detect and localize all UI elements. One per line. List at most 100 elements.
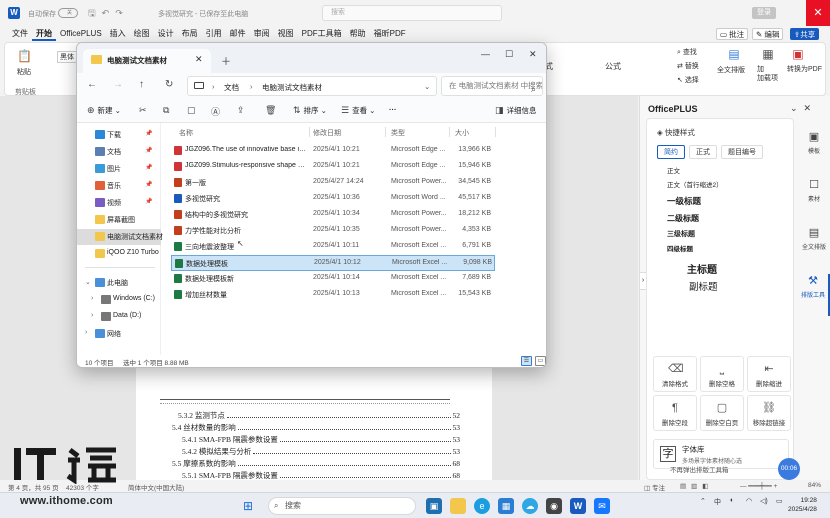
file-explorer-icon[interactable] [450,498,466,514]
side-tab[interactable]: ⚒ 排版工具 [798,274,830,316]
column-divider[interactable] [309,127,310,137]
format-tool-button[interactable]: ▢ 删除空白页 [700,395,744,431]
close-window-button[interactable]: ✕ [806,0,830,26]
side-tab[interactable]: ☐ 素材 [798,178,830,220]
toc-entry[interactable]: 5.4 丝材数量的影响 53 [160,422,460,434]
quick-access-icons[interactable]: 🖫↶↷ [88,6,129,22]
ribbon-tab[interactable]: 引用 [202,27,226,41]
quick-style-item[interactable]: 四级标题 [667,243,693,253]
replace-button[interactable]: ⇄ 替换 [677,61,699,71]
sidebar-tree-item[interactable]: ⌄ 此电脑 [77,275,161,291]
copy-icon[interactable]: ⧉ [163,105,172,116]
more-options-button[interactable]: ··· [389,105,397,114]
tray-overflow-icon[interactable]: ⌃ [700,497,706,505]
addin-icon[interactable]: ▦ [761,47,775,61]
focus-mode[interactable]: ◫ 专注 [644,482,665,492]
autosave-toggle[interactable]: 关 [58,8,78,18]
sidebar-tree-item[interactable]: › Data (D:) [77,309,161,325]
ribbon-tab[interactable]: 布局 [178,27,202,41]
side-tab[interactable]: ▤ 全文排版 [798,226,830,268]
ribbon-tab[interactable]: 插入 [106,27,130,41]
file-row[interactable]: 结构中的多视觉研究 2025/4/1 10:34 Microsoft Power..… [171,207,495,223]
ribbon-tab[interactable]: 邮件 [226,27,250,41]
app-icon[interactable]: ◉ [546,498,562,514]
file-row[interactable]: 第一版 2025/4/27 14:24 Microsoft Power... 34,5… [171,175,495,191]
paste-icon[interactable]: ▢ [187,105,199,116]
ribbon-tab[interactable]: 设计 [154,27,178,41]
view-mode-icons[interactable]: ▤▥◧ [680,482,713,490]
quick-style-item[interactable]: 三级标题 [667,229,695,239]
chevron-down-icon[interactable]: ⌄ [85,278,91,286]
chevron-down-icon[interactable]: ⌄ [424,82,430,91]
sidebar-tree-item[interactable]: › 网络 [77,326,161,342]
ribbon-tab[interactable]: 审阅 [250,27,274,41]
start-windows-icon[interactable]: ⊞ [240,498,256,514]
pane-controls[interactable]: ⌄✕ [790,103,817,114]
view-button[interactable]: ☰ 查看 ⌄ [341,105,375,116]
column-divider[interactable] [385,127,386,137]
quick-style-item[interactable]: 二级标题 [667,213,699,224]
ribbon-tab[interactable]: PDF工具箱 [298,27,346,41]
comment-button[interactable]: ▭ 批注 [716,28,749,40]
timer-badge[interactable]: 00:06 [778,458,800,480]
login-button[interactable]: 登录 [752,7,776,19]
format-tool-button[interactable]: ⇤ 删除缩进 [747,356,791,392]
style-chip[interactable]: 简约 [657,145,685,159]
clock[interactable]: 19:28 2025/4/28 [788,496,817,514]
toc-entry[interactable]: 5.3.2 监测节点 52 [160,410,460,422]
zoom-level[interactable]: 84% [808,482,821,489]
explorer-tab[interactable]: 电脑测试文档素材 ✕ [83,49,211,73]
file-row[interactable]: JGZ099.Stimulus-responsive shape m... 202… [171,159,495,175]
find-button[interactable]: ⌕ 查找 [677,47,697,57]
format-tool-button[interactable]: ⛓ 移除超链接 [747,395,791,431]
address-bar[interactable]: › 文档 › 电脑测试文档素材 ⌄ [187,76,437,96]
wifi-icon[interactable]: ◠ [746,497,752,505]
no-popup-toggle[interactable]: 不再弹出排版工具箱 [670,464,729,474]
side-tab[interactable]: ▣ 模板 [798,130,830,172]
refresh-icon[interactable]: ↻ [165,79,173,90]
convert-pdf-label[interactable]: 转换为PDF [787,65,823,74]
share-button[interactable]: ⇪共享 [790,28,820,40]
details-view-icon[interactable]: ☰ [521,356,532,366]
edit-mode-button[interactable]: ✎ 编辑 [752,28,784,40]
column-divider[interactable] [495,127,496,137]
ribbon-tab[interactable]: OfficePLUS [56,27,106,41]
format-tool-button[interactable]: ¶ 删除空段 [653,395,697,431]
sidebar-item[interactable]: 视频 📌 [77,195,161,211]
forward-arrow-icon[interactable]: → [113,79,123,90]
breadcrumb-item[interactable]: 文档 [224,82,239,93]
breadcrumb-item[interactable]: 电脑测试文档素材 [262,82,322,93]
column-header-name[interactable]: 名称 [179,128,193,138]
column-divider[interactable] [449,127,450,137]
file-row[interactable]: 多视觉研究 2025/4/1 10:36 Microsoft Word ... 45,… [171,191,495,207]
chevron-right-icon[interactable]: › [85,329,87,336]
ribbon-tab[interactable]: 绘图 [130,27,154,41]
format-tool-icon[interactable]: ▤ [727,47,741,61]
ribbon-tab[interactable]: 帮助 [346,27,370,41]
pdf-icon[interactable]: ▣ [791,47,805,61]
quick-style-item[interactable]: 主标题 [687,261,717,276]
format-tool-button[interactable]: ⎵ 删除空格 [700,356,744,392]
edge-icon[interactable]: e [474,498,490,514]
ribbon-tab[interactable]: 视图 [274,27,298,41]
style-item[interactable]: 公式 [605,61,621,72]
new-button[interactable]: ⊕ 新建 ⌄ [87,105,121,116]
sidebar-item[interactable]: 屏幕截图 [77,212,161,228]
file-row[interactable]: 三向地震波整理 2025/4/1 10:11 Microsoft Excel ...… [171,239,495,255]
maximize-button[interactable]: ☐ [505,49,513,60]
up-arrow-icon[interactable]: ↑ [139,79,144,90]
chevron-right-icon[interactable]: › [91,312,93,319]
toc-entry[interactable]: 5.5 摩擦系数的影响 68 [160,458,460,470]
paste-icon[interactable]: 📋 [17,49,32,63]
quick-style-item[interactable]: 一级标题 [667,195,701,207]
ribbon-tab[interactable]: 开始 [32,27,56,41]
word-taskbar-icon[interactable]: W [570,498,586,514]
sidebar-item[interactable]: 下载 📌 [77,127,161,143]
toc-entry[interactable]: 5.4.2 模拟结果与分析 53 [160,446,460,458]
rename-icon[interactable]: Ⓐ [211,105,223,118]
file-row[interactable]: 增加丝材数量 2025/4/1 10:13 Microsoft Excel ... 1… [171,287,495,303]
format-tool-button[interactable]: ⌫ 清除格式 [653,356,697,392]
delete-icon[interactable]: 🗑 [265,105,279,116]
new-tab-button[interactable]: ＋ [221,53,231,68]
ime-indicator[interactable]: 中 [714,497,721,507]
